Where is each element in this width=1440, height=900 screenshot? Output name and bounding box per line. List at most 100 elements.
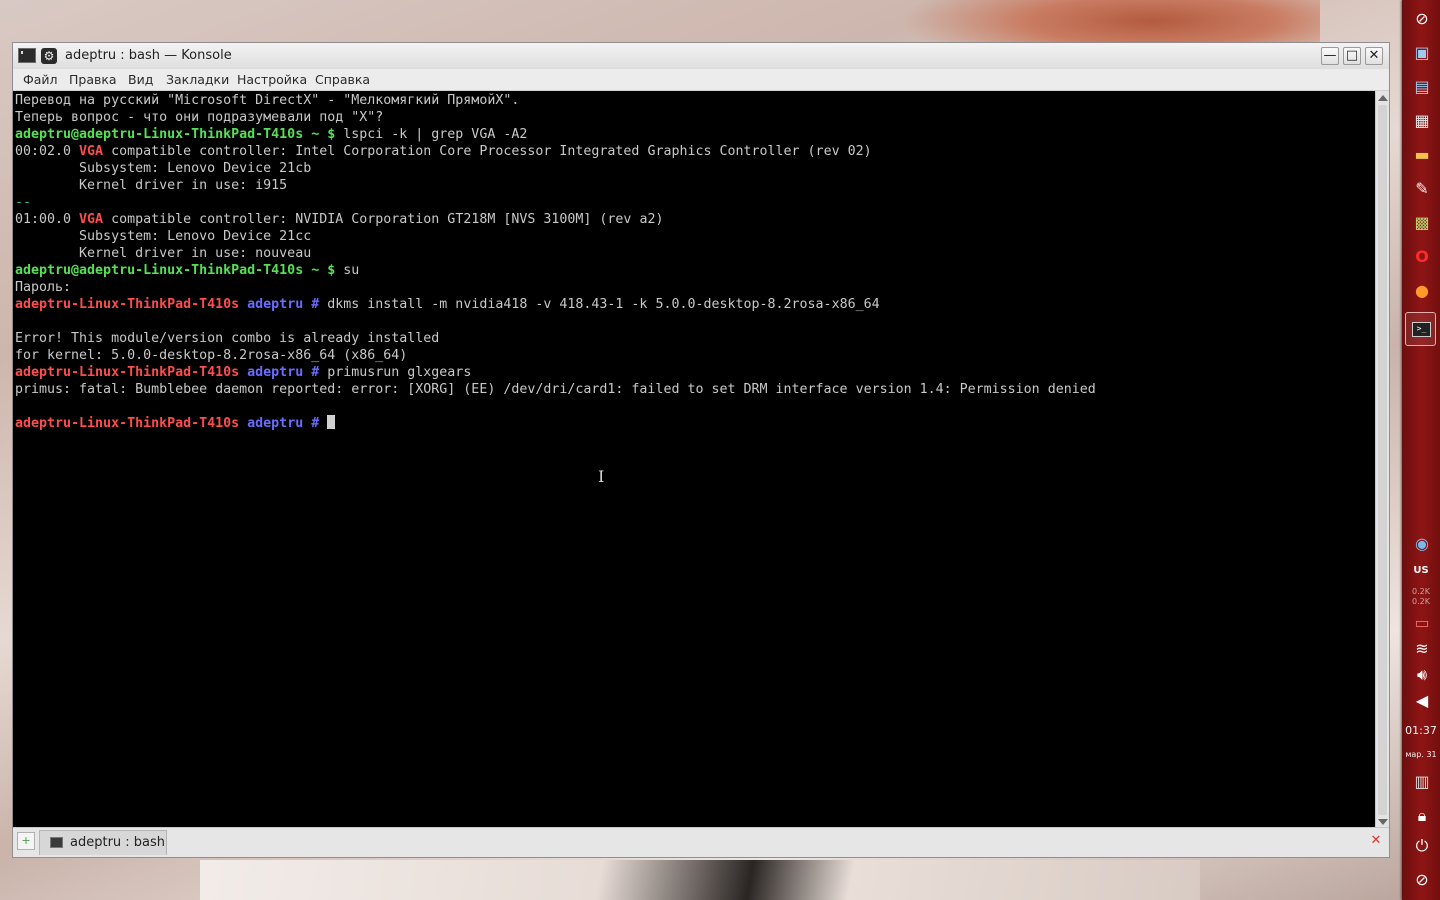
terminal-segment: Перевод на русский "Microsoft DirectX" -… — [15, 93, 520, 108]
menu-help[interactable]: Справка — [315, 69, 370, 90]
tab-bash[interactable]: adeptru : bash — [39, 830, 167, 855]
network-download-speed: 0.2K — [1412, 597, 1430, 606]
terminal-segment: VGA — [79, 144, 104, 159]
trash-icon[interactable]: ▥ — [1411, 771, 1433, 793]
terminal-segment: VGA — [79, 212, 104, 227]
terminal-line: for kernel: 5.0.0-desktop-8.2rosa-x86_64… — [15, 347, 1096, 364]
menu-file[interactable]: Файл — [23, 69, 58, 90]
right-side-panel: ⊘ ▣ ▤ ▦ ▬ ✎ ▩ O ● >_ ◉ US 0.2K 0.2K ▭ ≋ … — [1402, 0, 1440, 900]
terminal-segment: Error! This module/version combo is alre… — [15, 331, 440, 346]
terminal-segment: adeptru-Linux-ThinkPad-T410s — [15, 297, 240, 312]
window-menu-icon[interactable]: ⚙ — [41, 48, 57, 64]
terminal-line: adeptru@adeptru-Linux-ThinkPad-T410s ~ $… — [15, 262, 1096, 279]
update-manager-icon[interactable]: ◉ — [1411, 533, 1433, 555]
desktop-icon[interactable]: ▣ — [1411, 42, 1433, 64]
terminal-segment: Subsystem: Lenovo Device 21cc — [15, 229, 312, 244]
terminal-segment: adeptru # — [239, 365, 320, 380]
terminal-line: Kernel driver in use: nouveau — [15, 245, 1096, 262]
new-tab-button[interactable]: + — [17, 832, 35, 850]
terminal-line: Пароль: — [15, 279, 1096, 296]
close-tab-icon[interactable]: ✕ — [1369, 834, 1383, 848]
vertical-scrollbar[interactable] — [1375, 91, 1389, 829]
terminal-segment: Пароль: — [15, 280, 72, 295]
terminal-segment: Subsystem: Lenovo Device 21cb — [15, 161, 312, 176]
terminal-segment: -- — [15, 195, 32, 210]
terminal-app-icon[interactable] — [18, 48, 36, 63]
terminal-output[interactable]: Перевод на русский "Microsoft DirectX" -… — [13, 91, 1375, 829]
terminal-segment: Kernel driver in use: nouveau — [15, 246, 312, 261]
scroll-down-arrow-icon[interactable] — [1378, 819, 1388, 825]
scrollbar-thumb[interactable] — [1378, 105, 1387, 815]
volume-icon[interactable]: 🔊︎ — [1411, 664, 1433, 686]
terminal-line: Перевод на русский "Microsoft DirectX" -… — [15, 92, 1096, 109]
terminal-line: primus: fatal: Bumblebee daemon reported… — [15, 381, 1096, 398]
maximize-button[interactable]: □ — [1343, 47, 1361, 65]
menu-edit[interactable]: Правка — [69, 69, 117, 90]
file-manager-icon[interactable]: ▤ — [1411, 76, 1433, 98]
wallpaper-shape-bottom — [200, 860, 1200, 900]
title-bar[interactable]: ⚙ adeptru : bash — Konsole — □ ✕ — [13, 43, 1389, 70]
date: мар. 31 — [1405, 750, 1437, 759]
terminal-segment: adeptru # — [239, 416, 320, 431]
terminal-line: Error! This module/version combo is alre… — [15, 330, 1096, 347]
clipboard-icon[interactable]: ▬ — [1411, 144, 1433, 166]
menu-bar: Файл Правка Вид Закладки Настройка Справ… — [13, 69, 1389, 91]
firefox-icon[interactable]: ● — [1411, 280, 1433, 302]
minimize-button[interactable]: — — [1321, 47, 1339, 65]
terminal-segment: Kernel driver in use: i915 — [15, 178, 288, 193]
power-icon[interactable]: ⏻ — [1411, 835, 1433, 857]
terminal-segment: Теперь вопрос - что они подразумевали по… — [15, 110, 384, 125]
terminal-segment: compatible controller: Intel Corporation… — [103, 144, 872, 159]
terminal-segment — [319, 416, 327, 431]
close-button[interactable]: ✕ — [1365, 47, 1383, 65]
settings-panel-icon[interactable]: ▩ — [1411, 212, 1433, 234]
terminal-cursor — [327, 415, 336, 429]
lock-icon[interactable]: 🔒︎ — [1411, 805, 1433, 827]
terminal-segment: compatible controller: NVIDIA Corporatio… — [103, 212, 664, 227]
terminal-segment: for kernel: 5.0.0-desktop-8.2rosa-x86_64… — [15, 348, 408, 363]
keyboard-layout-indicator[interactable]: US — [1402, 565, 1440, 576]
text-cursor-ibeam-icon: I — [598, 467, 605, 486]
terminal-segment: adeptru-Linux-ThinkPad-T410s — [15, 365, 240, 380]
battery-icon[interactable]: ▭ — [1411, 612, 1433, 634]
terminal-segment: adeptru@adeptru-Linux-ThinkPad-T410s ~ $ — [15, 127, 336, 142]
terminal-segment: primus: fatal: Bumblebee daemon reported… — [15, 382, 1096, 397]
terminal-segment: dkms install -m nvidia418 -v 418.43-1 -k… — [319, 297, 880, 312]
terminal-line: adeptru@adeptru-Linux-ThinkPad-T410s ~ $… — [15, 126, 1096, 143]
terminal-segment: primusrun glxgears — [319, 365, 472, 380]
menu-settings[interactable]: Настройка — [237, 69, 307, 90]
terminal-segment: 01:00.0 — [15, 212, 80, 227]
terminal-line: Subsystem: Lenovo Device 21cc — [15, 228, 1096, 245]
terminal-tab-icon — [50, 837, 63, 848]
tab-label: adeptru : bash — [70, 835, 166, 850]
clock[interactable]: 01:37 — [1402, 724, 1440, 737]
calculator-icon[interactable]: ▦ — [1411, 110, 1433, 132]
menu-bookmarks[interactable]: Закладки — [166, 69, 229, 90]
terminal-line: 00:02.0 VGA compatible controller: Intel… — [15, 143, 1096, 160]
terminal-segment: adeptru-Linux-ThinkPad-T410s — [15, 416, 240, 431]
konsole-window: ⚙ adeptru : bash — Konsole — □ ✕ Файл Пр… — [12, 42, 1390, 858]
launcher-menu-icon[interactable]: ⊘ — [1411, 8, 1433, 30]
terminal-segment: lspci -k | grep VGA -A2 — [335, 127, 528, 142]
scroll-up-arrow-icon[interactable] — [1378, 95, 1388, 101]
text-editor-icon[interactable]: ✎ — [1411, 178, 1433, 200]
menu-view[interactable]: Вид — [128, 69, 153, 90]
tab-bar: + adeptru : bash ✕ — [13, 827, 1389, 857]
terminal-segment: 00:02.0 — [15, 144, 80, 159]
collapse-arrow-icon[interactable]: ◀ — [1411, 690, 1433, 712]
terminal-line: -- — [15, 194, 1096, 211]
wifi-icon[interactable]: ≋ — [1411, 638, 1433, 660]
konsole-task-icon[interactable]: >_ — [1405, 312, 1436, 346]
terminal-segment: adeptru@adeptru-Linux-ThinkPad-T410s ~ $ — [15, 263, 336, 278]
network-upload-speed: 0.2K — [1412, 587, 1430, 596]
terminal-line: adeptru-Linux-ThinkPad-T410s adeptru # p… — [15, 364, 1096, 381]
launcher-bottom-icon[interactable]: ⊘ — [1411, 869, 1433, 891]
terminal-line: 01:00.0 VGA compatible controller: NVIDI… — [15, 211, 1096, 228]
terminal-line: Kernel driver in use: i915 — [15, 177, 1096, 194]
terminal-line: adeptru-Linux-ThinkPad-T410s adeptru # d… — [15, 296, 1096, 313]
terminal-line: adeptru-Linux-ThinkPad-T410s adeptru # — [15, 415, 1096, 432]
opera-browser-icon[interactable]: O — [1411, 246, 1433, 268]
terminal-text: Перевод на русский "Microsoft DirectX" -… — [15, 92, 1096, 432]
terminal-line: Теперь вопрос - что они подразумевали по… — [15, 109, 1096, 126]
